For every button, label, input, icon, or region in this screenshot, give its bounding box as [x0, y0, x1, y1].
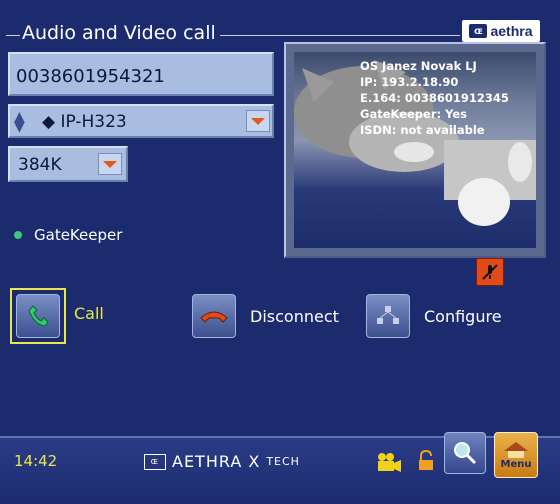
lock-icon	[416, 449, 436, 477]
protocol-value: ◆ IP-H323	[42, 112, 127, 132]
brand-logo-mark: ɶ	[144, 453, 166, 470]
magnifier-icon	[454, 442, 477, 465]
caller-info-line: ISDN: not available	[360, 123, 485, 137]
call-screen: Audio and Video call ɶ aethra 0038601954…	[0, 0, 560, 504]
caller-info: OS Janez Novak LJ IP: 193.2.18.90 E.164:…	[360, 58, 509, 138]
caller-info-line: GateKeeper: Yes	[360, 107, 468, 121]
rate-select[interactable]: 384K	[8, 146, 128, 182]
chevron-down-icon	[103, 160, 117, 168]
zoom-button[interactable]	[444, 432, 486, 474]
page-title: Audio and Video call	[22, 22, 216, 44]
protocol-select[interactable]: ▲ ▼ ◆ IP-H323	[8, 104, 274, 138]
video-preview: OS Janez Novak LJ IP: 193.2.18.90 E.164:…	[284, 42, 546, 258]
title-rule-right	[220, 35, 460, 36]
brand-logo: ɶ AETHRA X TECH	[144, 452, 300, 471]
status-dot-icon	[14, 231, 22, 239]
configure-label: Configure	[424, 306, 502, 326]
rate-value: 384K	[18, 155, 62, 175]
mic-mute-icon[interactable]	[476, 258, 504, 286]
video-image: OS Janez Novak LJ IP: 193.2.18.90 E.164:…	[294, 52, 536, 248]
hangup-icon	[192, 294, 236, 338]
aethra-logo-mark: ɶ	[469, 24, 488, 38]
brand-name: AETHRA X	[172, 452, 261, 471]
protocol-label: IP-H323	[60, 112, 127, 132]
call-label[interactable]: Call	[74, 304, 104, 323]
caller-info-line: E.164: 0038601912345	[360, 91, 509, 105]
protocol-dropdown-button[interactable]	[246, 110, 270, 132]
gatekeeper-status: GateKeeper	[14, 226, 122, 244]
configure-button[interactable]: Configure	[366, 294, 502, 338]
protocol-icon: ▲ ▼	[14, 109, 25, 135]
aethra-logo: ɶ aethra	[462, 20, 540, 42]
title-rule-left	[6, 35, 20, 36]
camera-icon	[376, 452, 402, 479]
brand-sub: TECH	[266, 455, 300, 468]
disconnect-label: Disconnect	[250, 306, 339, 326]
rate-dropdown-button[interactable]	[98, 153, 122, 175]
chevron-down-icon	[251, 117, 265, 125]
home-icon	[504, 441, 528, 458]
number-field[interactable]: 0038601954321	[8, 52, 274, 96]
disconnect-button[interactable]: Disconnect	[192, 294, 339, 338]
aethra-logo-text: aethra	[490, 23, 533, 39]
caller-info-line: OS Janez Novak LJ	[360, 59, 477, 73]
gatekeeper-label: GateKeeper	[34, 226, 123, 244]
phone-icon	[16, 294, 60, 338]
call-button[interactable]	[10, 288, 66, 344]
menu-label: Menu	[500, 458, 532, 470]
caller-info-line: IP: 193.2.18.90	[360, 75, 459, 89]
clock: 14:42	[14, 452, 58, 470]
network-icon	[366, 294, 410, 338]
menu-button[interactable]: Menu	[494, 432, 538, 478]
